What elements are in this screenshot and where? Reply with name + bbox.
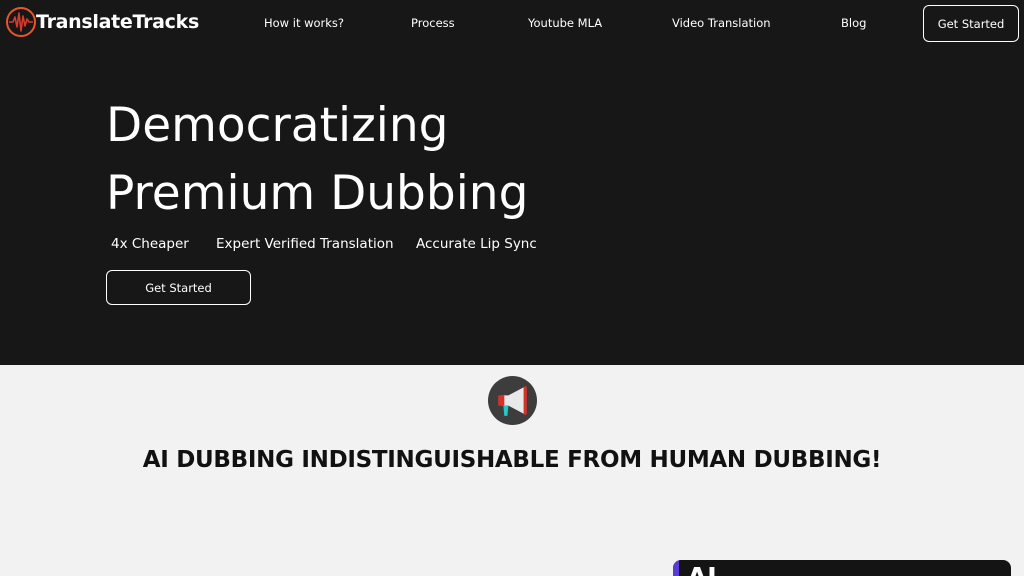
- hero-title-line2: Premium Dubbing: [106, 166, 529, 221]
- feature-cheaper: 4x Cheaper: [111, 236, 189, 252]
- feature-lip-sync: Accurate Lip Sync: [416, 236, 537, 252]
- hero-get-started-button[interactable]: Get Started: [106, 270, 251, 305]
- nav-how-it-works[interactable]: How it works?: [264, 16, 344, 30]
- preview-card-text: AI: [687, 563, 717, 576]
- tagline-heading: AI DUBBING INDISTINGUISHABLE FROM HUMAN …: [142, 447, 882, 473]
- nav-process[interactable]: Process: [411, 16, 455, 30]
- logo-text: TranslateTracks: [36, 11, 199, 33]
- sound-wave-logo-icon: [6, 7, 36, 37]
- nav-blog[interactable]: Blog: [841, 16, 866, 30]
- header-get-started-button[interactable]: Get Started: [923, 5, 1019, 42]
- nav-youtube-mla[interactable]: Youtube MLA: [528, 16, 602, 30]
- feature-verified-translation: Expert Verified Translation: [216, 236, 394, 252]
- logo-link[interactable]: TranslateTracks: [5, 6, 199, 38]
- preview-card: AI: [673, 560, 1011, 576]
- preview-card-accent: [673, 560, 679, 576]
- megaphone-icon: [488, 376, 537, 425]
- nav-video-translation[interactable]: Video Translation: [672, 16, 771, 30]
- hero-title-line1: Democratizing: [106, 98, 449, 153]
- hero-section: TranslateTracks How it works? Process Yo…: [0, 0, 1024, 365]
